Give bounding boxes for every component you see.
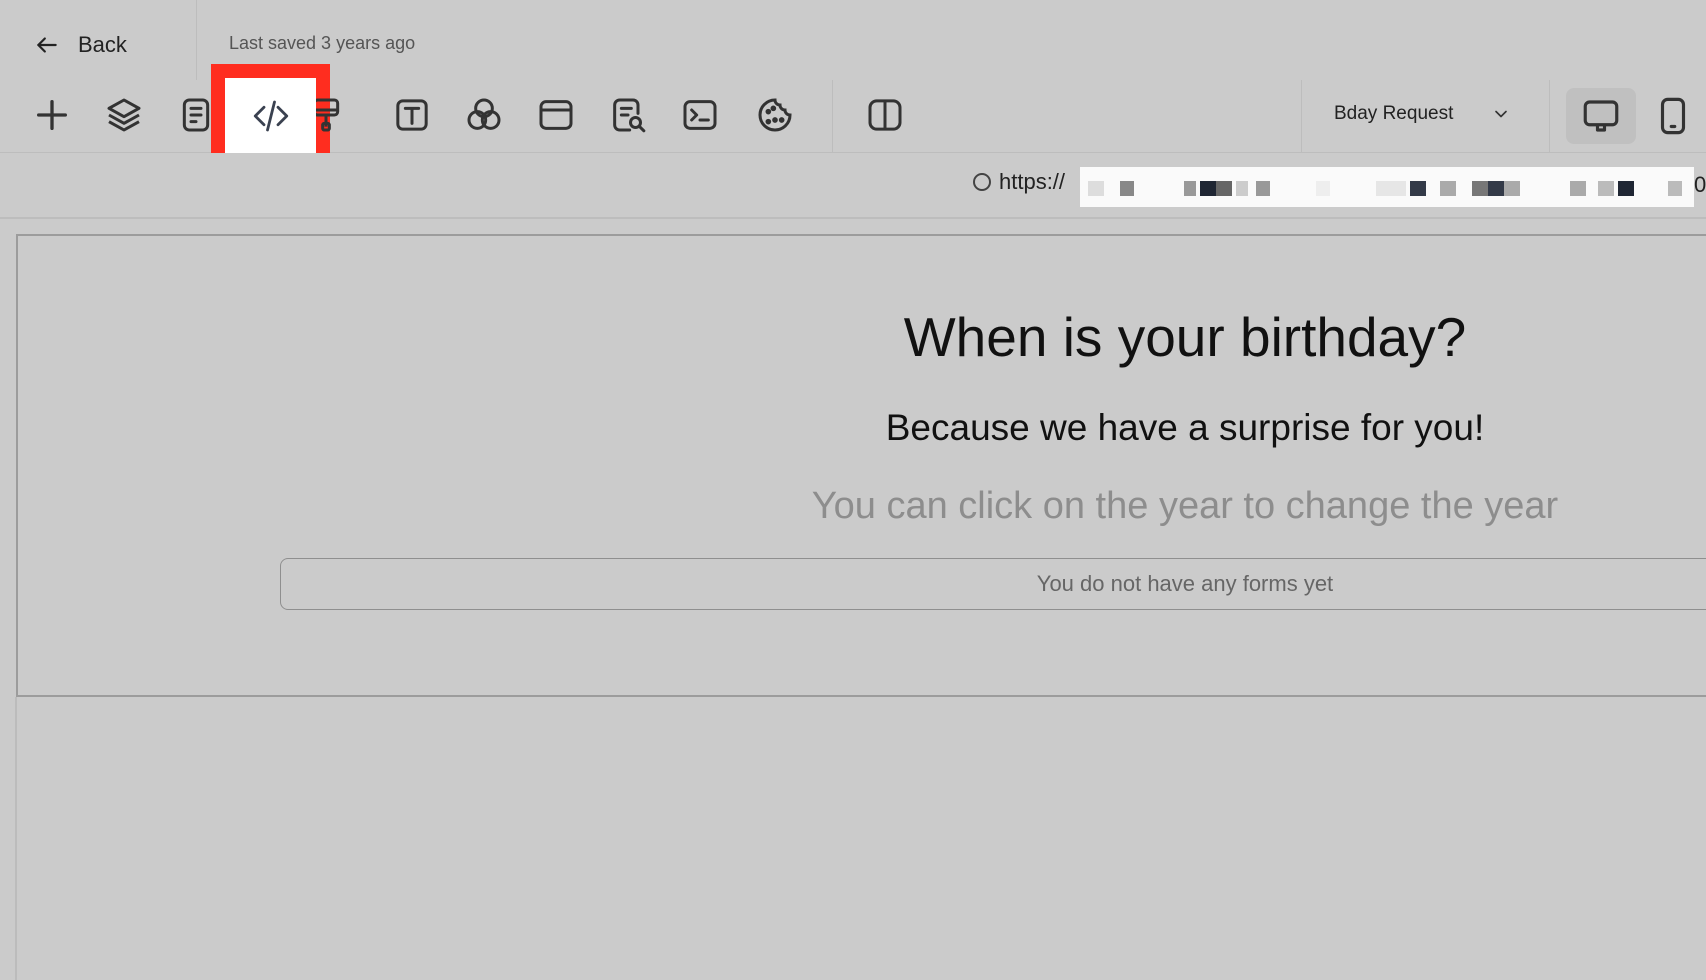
last-saved-text: Last saved 3 years ago bbox=[229, 33, 416, 53]
forms-empty-text: You do not have any forms yet bbox=[1036, 571, 1334, 596]
url-prefix: https:// bbox=[999, 169, 1066, 194]
layers-icon bbox=[107, 98, 141, 132]
paint-brush-icon bbox=[316, 98, 340, 132]
url-suffix: 0 bbox=[1694, 172, 1706, 197]
mobile-icon bbox=[1660, 97, 1686, 135]
paint-brush-button[interactable] bbox=[316, 90, 352, 140]
layout-button[interactable] bbox=[531, 90, 581, 140]
add-button[interactable] bbox=[27, 90, 77, 140]
divider bbox=[196, 0, 197, 80]
seo-button[interactable] bbox=[603, 90, 653, 140]
seo-search-icon bbox=[613, 98, 646, 133]
redacted-url bbox=[1080, 167, 1694, 207]
desktop-icon bbox=[1583, 100, 1619, 132]
top-toolbar: Back Last saved 3 years ago Bday Request bbox=[0, 0, 1706, 167]
circle-icon bbox=[973, 173, 991, 191]
arrow-left-icon bbox=[37, 37, 57, 53]
split-view-icon bbox=[868, 99, 902, 131]
preview-canvas bbox=[16, 234, 1706, 697]
text-button[interactable] bbox=[387, 90, 437, 140]
page-select-value: Bday Request bbox=[1334, 103, 1454, 124]
year-hint[interactable]: You can click on the year to change the … bbox=[0, 485, 1706, 528]
mobile-view-button[interactable] bbox=[1638, 88, 1706, 144]
layout-icon bbox=[539, 100, 573, 130]
back-label: Back bbox=[78, 32, 127, 57]
cookie-button[interactable] bbox=[750, 90, 800, 140]
color-circles-icon bbox=[467, 98, 501, 130]
cookie-icon bbox=[758, 98, 792, 132]
colors-button[interactable] bbox=[459, 90, 509, 140]
page-title[interactable]: When is your birthday? bbox=[0, 305, 1706, 369]
terminal-button[interactable] bbox=[675, 90, 725, 140]
chevron-down-icon bbox=[1495, 110, 1508, 118]
layers-button[interactable] bbox=[99, 90, 149, 140]
terminal-icon bbox=[683, 100, 717, 130]
pages-icon bbox=[182, 98, 210, 132]
split-view-button[interactable] bbox=[860, 90, 910, 140]
divider bbox=[832, 80, 833, 152]
code-icon bbox=[253, 100, 288, 132]
add-icon bbox=[37, 100, 68, 130]
back-button[interactable]: Back bbox=[34, 30, 127, 60]
page-url[interactable]: https:// bbox=[973, 169, 1065, 195]
code-button[interactable] bbox=[225, 78, 316, 154]
page-select[interactable]: Bday Request bbox=[1334, 103, 1511, 125]
divider bbox=[1549, 80, 1550, 152]
code-button-highlight bbox=[211, 64, 330, 167]
divider bbox=[1301, 80, 1302, 152]
page-subtitle[interactable]: Because we have a surprise for you! bbox=[0, 407, 1706, 449]
desktop-view-button[interactable] bbox=[1566, 88, 1636, 144]
text-icon bbox=[396, 99, 428, 131]
canvas-edge bbox=[15, 697, 17, 980]
